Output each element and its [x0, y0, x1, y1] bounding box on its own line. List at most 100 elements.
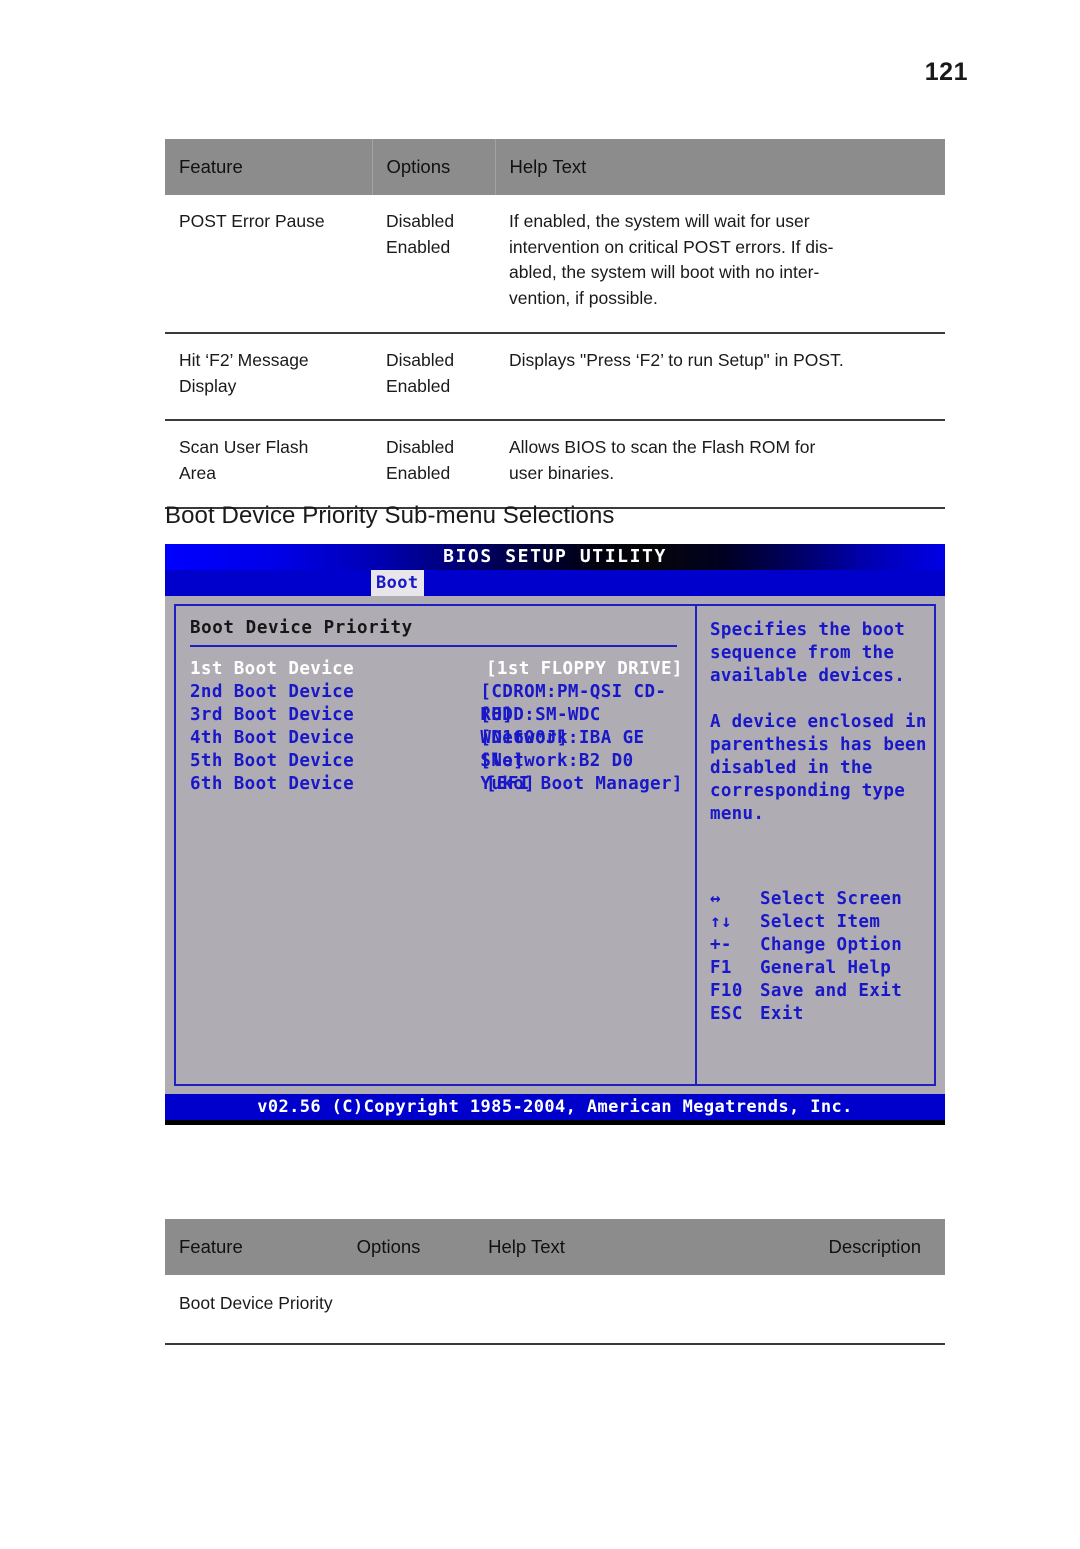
left-right-arrow-icon: ↔ — [710, 889, 721, 909]
boot-device-value[interactable]: [1st FLOPPY DRIVE] — [486, 658, 683, 681]
boot-device-value[interactable]: [CDROM:PM-QSI CD-RO] — [480, 681, 695, 725]
key-legend-row: F1 General Help — [710, 957, 902, 980]
column-header-options: Options — [372, 139, 496, 195]
key-legend-row: ESC Exit — [710, 1003, 902, 1026]
key-legend-row: +- Change Option — [710, 934, 902, 957]
table-row: POST Error Pause Disabled Enabled If ena… — [165, 195, 945, 333]
bios-copyright: v02.56 (C)Copyright 1985-2004, American … — [257, 1097, 853, 1117]
bios-title-bar: BIOS SETUP UTILITY — [165, 544, 945, 570]
help-line: If enabled, the system will wait for use… — [509, 211, 810, 231]
cell-feature: POST Error Pause — [165, 195, 372, 333]
help-line: Allows BIOS to scan the Flash ROM for — [509, 437, 816, 458]
cell-options: Disabled Enabled — [372, 195, 495, 333]
bios-help-panel: Specifies the boot sequence from the ava… — [697, 606, 934, 1084]
table-bottom-rule — [165, 1342, 945, 1346]
feature-line: Boot Device Priority — [179, 1293, 333, 1313]
feature-line: POST Error Pause — [179, 211, 325, 231]
help-line: abled, the system will boot with no inte… — [509, 262, 820, 283]
bios-settings-panel: Boot Device Priority 1st Boot Device [1s… — [176, 606, 697, 1084]
help-line: vention, if possible. — [509, 288, 658, 309]
boot-device-row-5[interactable]: 5th Boot Device [Network:B2 D0 Yuko] — [190, 750, 695, 794]
column-header-description: Description — [730, 1219, 945, 1275]
key-legend-label: Select Screen — [760, 889, 903, 909]
key-legend-label: Save and Exit — [760, 981, 903, 1001]
option-line: Enabled — [386, 375, 451, 396]
help-line: corresponding type — [710, 781, 906, 801]
tab-boot[interactable]: Boot — [371, 570, 424, 596]
key-legend-label: General Help — [760, 958, 892, 978]
option-line: Disabled — [386, 211, 455, 231]
feature-options-help-table: Feature Options Help Text POST Error Pau… — [165, 139, 945, 510]
boot-device-label: 3rd Boot Device — [190, 705, 355, 725]
page-number: 121 — [924, 58, 968, 86]
table-row: Boot Device Priority — [165, 1275, 945, 1344]
boot-device-priority-table: Feature Options Help Text Description Bo… — [165, 1219, 945, 1346]
boot-device-label: 4th Boot Device — [190, 728, 355, 748]
help-line: A device enclosed in — [710, 712, 927, 732]
cell-feature: Hit ‘F2’ Message Display — [165, 331, 372, 421]
panel-title-boot-device-priority: Boot Device Priority — [190, 618, 413, 638]
column-header-help-text: Help Text — [474, 1219, 731, 1275]
key-legend-row: ↔ Select Screen — [710, 888, 902, 911]
help-line: Displays "Press ‘F2’ to run Setup" in PO… — [509, 349, 844, 370]
cell-options — [343, 1275, 474, 1344]
cell-help-text: Displays "Press ‘F2’ to run Setup" in PO… — [495, 331, 945, 421]
column-header-feature: Feature — [165, 1219, 343, 1275]
boot-device-row-4[interactable]: 4th Boot Device [Network:IBA GE Slo] — [190, 727, 695, 771]
key-legend-label: Select Item — [760, 912, 881, 932]
help-line: user binaries. — [509, 463, 615, 484]
section-heading: Boot Device Priority Sub-menu Selections — [165, 502, 615, 529]
cell-feature: Scan User Flash Area — [165, 419, 372, 508]
column-header-options: Options — [342, 1219, 475, 1275]
cell-help-text: Allows BIOS to scan the Flash ROM for us… — [495, 419, 945, 508]
key-legend-label: Change Option — [760, 935, 903, 955]
feature-line: Area — [179, 463, 216, 484]
boot-device-row-1[interactable]: 1st Boot Device [1st FLOPPY DRIVE] — [190, 658, 695, 681]
boot-device-label: 1st Boot Device — [190, 659, 355, 679]
cell-options: Disabled Enabled — [372, 331, 495, 421]
boot-device-label: 5th Boot Device — [190, 751, 355, 771]
cell-description — [731, 1275, 945, 1344]
boot-device-row-2[interactable]: 2nd Boot Device [CDROM:PM-QSI CD-RO] — [190, 681, 695, 725]
bios-key-legend: ↔ Select Screen ↑↓ Select Item +- Change… — [710, 888, 902, 1026]
help-line: Specifies the boot — [710, 620, 906, 640]
help-paragraph-1: Specifies the boot sequence from the ava… — [710, 619, 934, 688]
boot-device-value[interactable]: [Network:IBA GE Slo] — [480, 727, 695, 771]
bios-content-area: Boot Device Priority 1st Boot Device [1s… — [165, 596, 945, 1094]
help-line: intervention on critical POST errors. If… — [509, 236, 834, 257]
key-legend-row: ↑↓ Select Item — [710, 911, 902, 934]
help-line: disabled in the — [710, 758, 873, 778]
help-line: parenthesis has been — [710, 735, 927, 755]
boot-device-value[interactable]: [Network:B2 D0 Yuko] — [480, 750, 695, 794]
cell-options: Disabled Enabled — [372, 419, 495, 508]
boot-device-row-6[interactable]: 6th Boot Device [EFI Boot Manager] — [190, 773, 695, 796]
table-header-row: Feature Options Help Text Description — [165, 1219, 945, 1275]
bios-title: BIOS SETUP UTILITY — [443, 546, 667, 567]
f1-key-icon: F1 — [710, 958, 732, 978]
esc-key-icon: ESC — [710, 1004, 743, 1024]
boot-device-label: 2nd Boot Device — [190, 682, 355, 702]
cell-help-text — [474, 1275, 730, 1344]
boot-device-label: 6th Boot Device — [190, 774, 355, 794]
bios-footer-bar: v02.56 (C)Copyright 1985-2004, American … — [165, 1094, 945, 1125]
f10-key-icon: F10 — [710, 981, 743, 1001]
boot-device-row-3[interactable]: 3rd Boot Device [HDD:SM-WDC WD1600J] — [190, 704, 695, 748]
feature-line: Display — [179, 375, 237, 396]
up-down-arrow-icon: ↑↓ — [710, 912, 732, 932]
feature-line: Scan User Flash — [179, 437, 309, 458]
plus-minus-icon: +- — [710, 935, 732, 955]
option-line: Disabled — [386, 437, 455, 458]
column-header-feature: Feature — [165, 139, 373, 195]
help-line: available devices. — [710, 666, 906, 686]
help-paragraph-2: A device enclosed in parenthesis has bee… — [710, 711, 934, 826]
boot-device-value[interactable]: [HDD:SM-WDC WD1600J] — [480, 704, 695, 748]
panel-divider — [190, 645, 677, 647]
table-header-row: Feature Options Help Text — [165, 139, 945, 195]
boot-device-value[interactable]: [EFI Boot Manager] — [486, 773, 683, 796]
bios-setup-screenshot: BIOS SETUP UTILITY Boot Boot Device Prio… — [165, 544, 945, 1125]
column-header-help-text: Help Text — [495, 139, 945, 195]
option-line: Enabled — [386, 236, 451, 257]
cell-feature: Boot Device Priority — [165, 1275, 343, 1344]
option-line: Enabled — [386, 463, 451, 484]
boot-device-list: 1st Boot Device [1st FLOPPY DRIVE] 2nd B… — [190, 658, 695, 796]
